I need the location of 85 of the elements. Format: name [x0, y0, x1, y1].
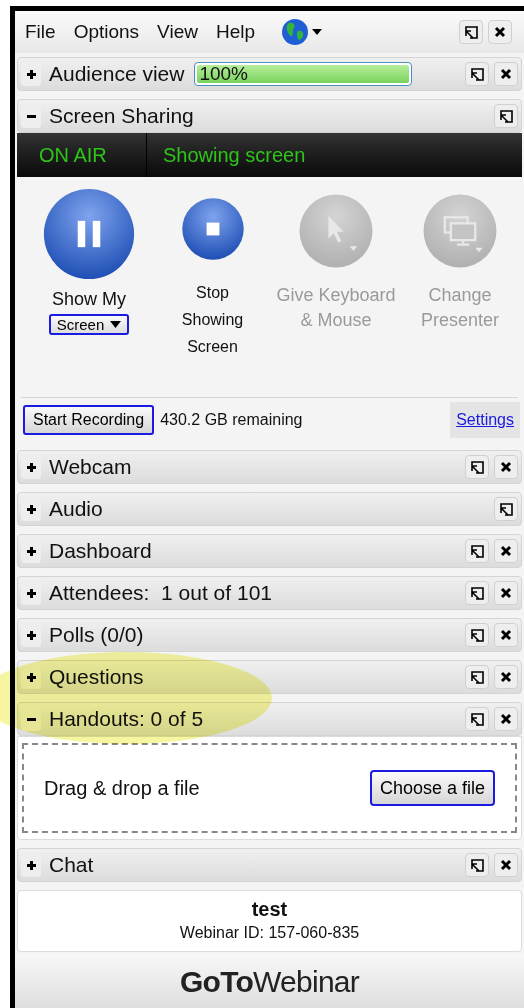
close-icon	[500, 713, 512, 725]
status-text: Showing screen	[162, 143, 306, 168]
plus-icon	[25, 545, 37, 557]
popout-button[interactable]	[465, 707, 489, 731]
plus-icon	[25, 859, 37, 871]
panel-title: Polls (0/0)	[49, 622, 144, 649]
drop-hint: Drag & drop a file	[44, 776, 200, 801]
popout-icon	[470, 670, 484, 684]
panel-title: Questions	[49, 664, 144, 691]
popout-button[interactable]	[465, 853, 489, 877]
pause-icon[interactable]	[42, 187, 136, 281]
menu-item[interactable]: Help	[215, 17, 256, 47]
close-button[interactable]	[494, 707, 518, 731]
popout-icon	[470, 544, 484, 558]
action-label: Show My	[51, 288, 127, 311]
menu-item[interactable]: View	[157, 17, 198, 47]
popout-icon	[470, 67, 484, 81]
close-button[interactable]	[494, 665, 518, 689]
close-button[interactable]	[494, 539, 518, 563]
brand-logo: GoToWebinar	[180, 963, 359, 1000]
panel-title: Dashboard	[49, 538, 152, 565]
panel-title: Screen Sharing	[49, 103, 194, 130]
close-button[interactable]	[494, 623, 518, 647]
popout-icon	[470, 712, 484, 726]
webinar-id: Webinar ID: 157-060-835	[179, 923, 360, 943]
choose-file-button[interactable]: Choose a file	[369, 770, 495, 806]
plus-icon	[25, 68, 37, 80]
popout-button[interactable]	[465, 539, 489, 563]
globe-icon	[281, 18, 310, 46]
record-button[interactable]: Start Recording	[23, 405, 155, 435]
popout-icon	[499, 109, 513, 123]
popout-button[interactable]	[465, 665, 489, 689]
plus-icon	[25, 503, 37, 515]
close-button[interactable]	[494, 853, 518, 877]
close-icon	[500, 461, 512, 473]
menu-item[interactable]: File	[25, 17, 56, 47]
action-label: Change Presenter	[419, 284, 500, 332]
popout-button[interactable]	[465, 62, 489, 86]
panel-title: Audio	[49, 496, 103, 523]
action-label: Stop Showing Screen	[180, 283, 245, 357]
panel-title: Attendees: 1 out of 101	[49, 580, 272, 607]
close-icon	[494, 26, 506, 38]
caret-icon	[312, 29, 323, 35]
settings-link[interactable]: Settings	[450, 402, 520, 438]
close-button[interactable]	[488, 20, 512, 44]
panel-title: Audience view	[49, 61, 185, 88]
popout-button[interactable]	[494, 104, 518, 128]
popout-icon	[464, 25, 478, 39]
storage-remaining: 430.2 GB remaining	[160, 410, 303, 430]
close-button[interactable]	[494, 62, 518, 86]
close-icon	[500, 587, 512, 599]
on-air-label: ON AIR	[17, 133, 147, 177]
panel-title: Webcam	[49, 454, 132, 481]
popout-icon	[470, 628, 484, 642]
plus-icon	[25, 671, 37, 683]
language-menu[interactable]	[281, 18, 323, 46]
popout-icon	[470, 460, 484, 474]
close-icon	[500, 859, 512, 871]
close-icon	[500, 629, 512, 641]
caret-icon	[110, 321, 122, 328]
close-icon	[500, 671, 512, 683]
action-label: Give Keyboard & Mouse	[275, 284, 397, 332]
plus-icon	[25, 629, 37, 641]
popout-icon	[499, 502, 513, 516]
popout-button[interactable]	[465, 455, 489, 479]
stop-icon[interactable]	[180, 197, 245, 261]
menu-item[interactable]: Options	[73, 17, 140, 47]
popout-button[interactable]	[465, 581, 489, 605]
close-icon	[500, 68, 512, 80]
popout-button[interactable]	[494, 497, 518, 521]
drop-zone[interactable]: Drag & drop a file Choose a file	[22, 743, 517, 833]
source-dropdown[interactable]: Screen	[48, 314, 130, 335]
panel-title: Chat	[49, 852, 94, 879]
popout-button[interactable]	[459, 20, 483, 44]
close-button[interactable]	[494, 455, 518, 479]
panel-title: Handouts: 0 of 5	[49, 706, 204, 733]
popout-button[interactable]	[465, 623, 489, 647]
plus-icon	[25, 587, 37, 599]
session-name: test	[251, 897, 288, 921]
popout-icon	[470, 586, 484, 600]
plus-icon	[25, 461, 37, 473]
popout-icon	[470, 858, 484, 872]
close-button[interactable]	[494, 581, 518, 605]
meter-reading: 100%	[198, 63, 250, 84]
close-icon	[500, 545, 512, 557]
